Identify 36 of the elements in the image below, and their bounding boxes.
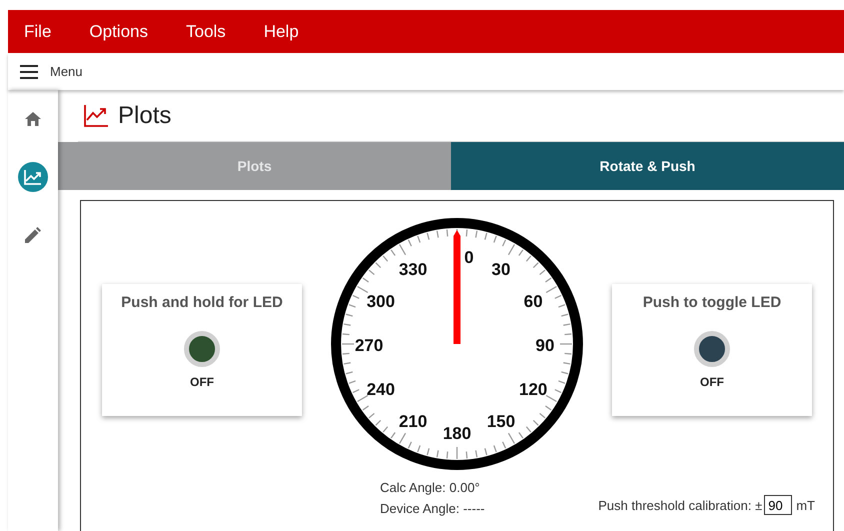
- card-title: Push and hold for LED: [121, 294, 283, 311]
- dial-label: 30: [492, 260, 510, 279]
- led-button[interactable]: [694, 331, 730, 367]
- threshold-unit: mT: [796, 498, 815, 512]
- dial-label: 90: [536, 336, 554, 355]
- dial-label: 120: [519, 380, 548, 399]
- dial-label: 60: [524, 292, 543, 311]
- dial-label: 300: [366, 292, 395, 311]
- threshold-label: Push threshold calibration: ±: [598, 498, 762, 512]
- dial-label: 240: [366, 380, 395, 399]
- led-button[interactable]: [184, 331, 220, 367]
- menu-item[interactable]: File: [24, 22, 52, 42]
- page-title: Plots: [118, 102, 172, 130]
- dial-label: 0: [464, 248, 474, 267]
- dial-label: 270: [354, 336, 384, 355]
- led-state: OFF: [700, 375, 724, 389]
- pencil-icon: [25, 227, 41, 243]
- menu-item[interactable]: Tools: [186, 22, 226, 42]
- dial-label: 210: [398, 412, 428, 432]
- menu-button[interactable]: Menu: [14, 60, 89, 83]
- dial-label: 180: [442, 424, 472, 443]
- menu-item[interactable]: Help: [264, 22, 299, 42]
- sidebar-item[interactable]: [18, 162, 48, 192]
- menu-item[interactable]: Options: [89, 22, 148, 42]
- threshold-input[interactable]: 90: [764, 495, 792, 515]
- tab[interactable]: Rotate & Push: [451, 142, 844, 190]
- home-icon: [25, 112, 41, 126]
- chart-icon: [84, 104, 108, 126]
- angle-readout: Calc Angle: 0.00°: [380, 480, 481, 495]
- card-title: Push to toggle LED: [642, 294, 782, 311]
- chart-icon: [24, 169, 42, 185]
- angle-readout: Device Angle: -----: [380, 501, 485, 516]
- dial-label: 330: [398, 260, 428, 279]
- dial-label: 150: [486, 412, 516, 432]
- led-state: OFF: [190, 375, 214, 389]
- menu-icon: [20, 64, 38, 78]
